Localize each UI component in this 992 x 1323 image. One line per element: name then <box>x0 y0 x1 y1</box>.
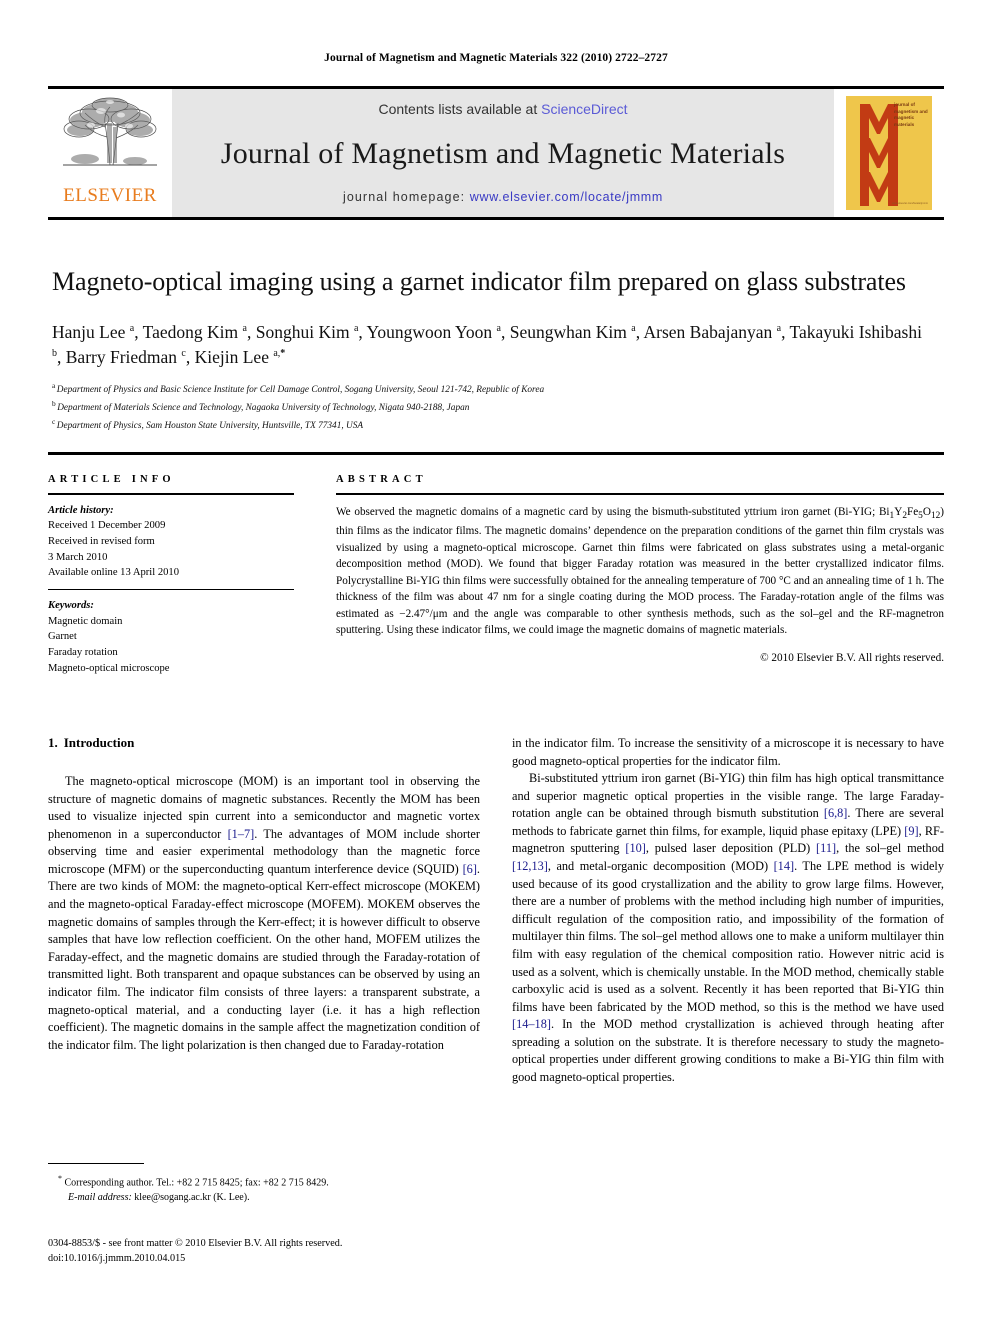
affiliation-text: Department of Materials Science and Tech… <box>57 403 470 414</box>
body-paragraph: Bi-substituted yttrium iron garnet (Bi-Y… <box>512 771 945 1084</box>
masthead-center-panel: Contents lists available at ScienceDirec… <box>172 89 834 217</box>
affiliation-text: Department of Physics, Sam Houston State… <box>56 421 364 432</box>
journal-title: Journal of Magnetism and Magnetic Materi… <box>220 136 786 170</box>
section-title: Introduction <box>63 735 135 750</box>
homepage-prefix: journal homepage: <box>342 190 470 204</box>
keyword-item: Garnet <box>48 631 77 643</box>
author-list: Hanju Lee a, Taedong Kim a, Songhui Kim … <box>52 321 922 367</box>
affiliation-marker: a <box>52 381 56 391</box>
keyword-item: Faraday rotation <box>48 646 118 658</box>
section-number: 1. <box>48 735 58 750</box>
article-info-rule <box>48 492 294 495</box>
page-title: Magneto-optical imaging using a garnet i… <box>52 267 906 296</box>
masthead-bottom-rule <box>48 217 944 220</box>
issn-copyright-line: 0304-8853/$ - see front matter © 2010 El… <box>48 1238 343 1249</box>
keyword-item: Magnetic domain <box>48 615 123 627</box>
article-info-separator <box>48 588 294 590</box>
affiliation-list: a Department of Physics and Basic Science… <box>52 380 932 434</box>
journal-homepage-link[interactable]: www.elsevier.com/locate/jmmm <box>470 190 663 204</box>
affiliation-marker: b <box>52 399 56 409</box>
main-left-column: 1. Introduction The magneto-optical micro… <box>48 735 480 1087</box>
elsevier-logo: ELSEVIER <box>48 89 172 217</box>
elsevier-wordmark: ELSEVIER <box>63 185 157 206</box>
main-body: 1. Introduction The magneto-optical micro… <box>48 735 944 1087</box>
abstract-copyright: © 2010 Elsevier B.V. All rights reserved… <box>760 651 944 664</box>
cover-footer-text: www.elsevier.com/locate/jmmm <box>892 202 929 206</box>
affiliation-text: Department of Physics and Basic Science … <box>56 385 545 396</box>
contents-available-line: Contents lists available at ScienceDirec… <box>378 101 627 117</box>
affiliation-item: b Department of Materials Science and Tec… <box>52 398 932 416</box>
title-block: Magneto-optical imaging using a garnet i… <box>52 265 932 434</box>
cover-artwork: journal of magnetism and magnetic materi… <box>846 96 932 210</box>
journal-homepage-line: journal homepage: www.elsevier.com/locat… <box>343 190 663 204</box>
article-info-heading: ARTICLE INFO <box>48 473 175 485</box>
history-line: Received in revised form <box>48 535 155 547</box>
affiliation-item: c Department of Physics, Sam Houston Stat… <box>52 416 932 434</box>
affiliation-marker: c <box>52 417 56 427</box>
corresponding-email-line[interactable]: E-mail address: klee@sogang.ac.kr (K. Le… <box>48 1190 480 1205</box>
article-info-column: ARTICLE INFO Article history: Received 1… <box>48 474 294 677</box>
main-column-gutter <box>480 735 512 1087</box>
cover-title-text: journal of magnetism and magnetic materi… <box>894 102 928 127</box>
body-paragraph: in the indicator film. To increase the s… <box>512 736 944 768</box>
info-abstract-band: ARTICLE INFO Article history: Received 1… <box>48 452 944 676</box>
footnote-rule <box>48 1163 144 1164</box>
section-heading-introduction: 1. Introduction <box>48 735 480 751</box>
paper-page: Journal of Magnetism and Magnetic Materi… <box>0 0 992 1323</box>
history-line: Available online 13 April 2010 <box>48 567 180 579</box>
doi-line[interactable]: doi:10.1016/j.jmmm.2010.04.015 <box>48 1252 498 1267</box>
journal-cover-thumbnail: journal of magnetism and magnetic materi… <box>834 89 944 217</box>
affiliation-item: a Department of Physics and Basic Science… <box>52 380 932 398</box>
journal-masthead: ELSEVIER Contents lists available at Sci… <box>48 86 944 220</box>
article-history-block: Article history: Received 1 December 200… <box>48 503 294 581</box>
corresponding-author-footnote: * Corresponding author. Tel.: +82 2 715 … <box>48 1163 480 1205</box>
band-top-rule <box>48 452 944 455</box>
keyword-item: Magneto-optical microscope <box>48 662 170 674</box>
abstract-text: We observed the magnetic domains of a ma… <box>336 505 944 637</box>
sciencedirect-link[interactable]: ScienceDirect <box>541 101 627 117</box>
main-right-column: in the indicator film. To increase the s… <box>512 735 944 1087</box>
history-line: 3 March 2010 <box>48 551 108 563</box>
keywords-block: Keywords: Magnetic domain Garnet Faraday… <box>48 598 294 676</box>
article-history-label: Article history: <box>48 504 114 516</box>
body-paragraph: The magneto-optical microscope (MOM) is … <box>48 774 480 1052</box>
column-gutter <box>294 474 336 677</box>
abstract-rule <box>336 492 944 495</box>
running-head: Journal of Magnetism and Magnetic Materi… <box>324 52 668 64</box>
history-line: Received 1 December 2009 <box>48 520 166 532</box>
keywords-label: Keywords: <box>48 599 94 611</box>
contents-prefix: Contents lists available at <box>378 101 542 117</box>
elsevier-tree-icon <box>63 97 157 166</box>
abstract-column: ABSTRACT We observed the magnetic domain… <box>336 474 944 677</box>
corresponding-author-line: * Corresponding author. Tel.: +82 2 715 … <box>58 1174 329 1189</box>
imprint-block: 0304-8853/$ - see front matter © 2010 El… <box>48 1237 498 1267</box>
abstract-heading: ABSTRACT <box>336 473 427 485</box>
